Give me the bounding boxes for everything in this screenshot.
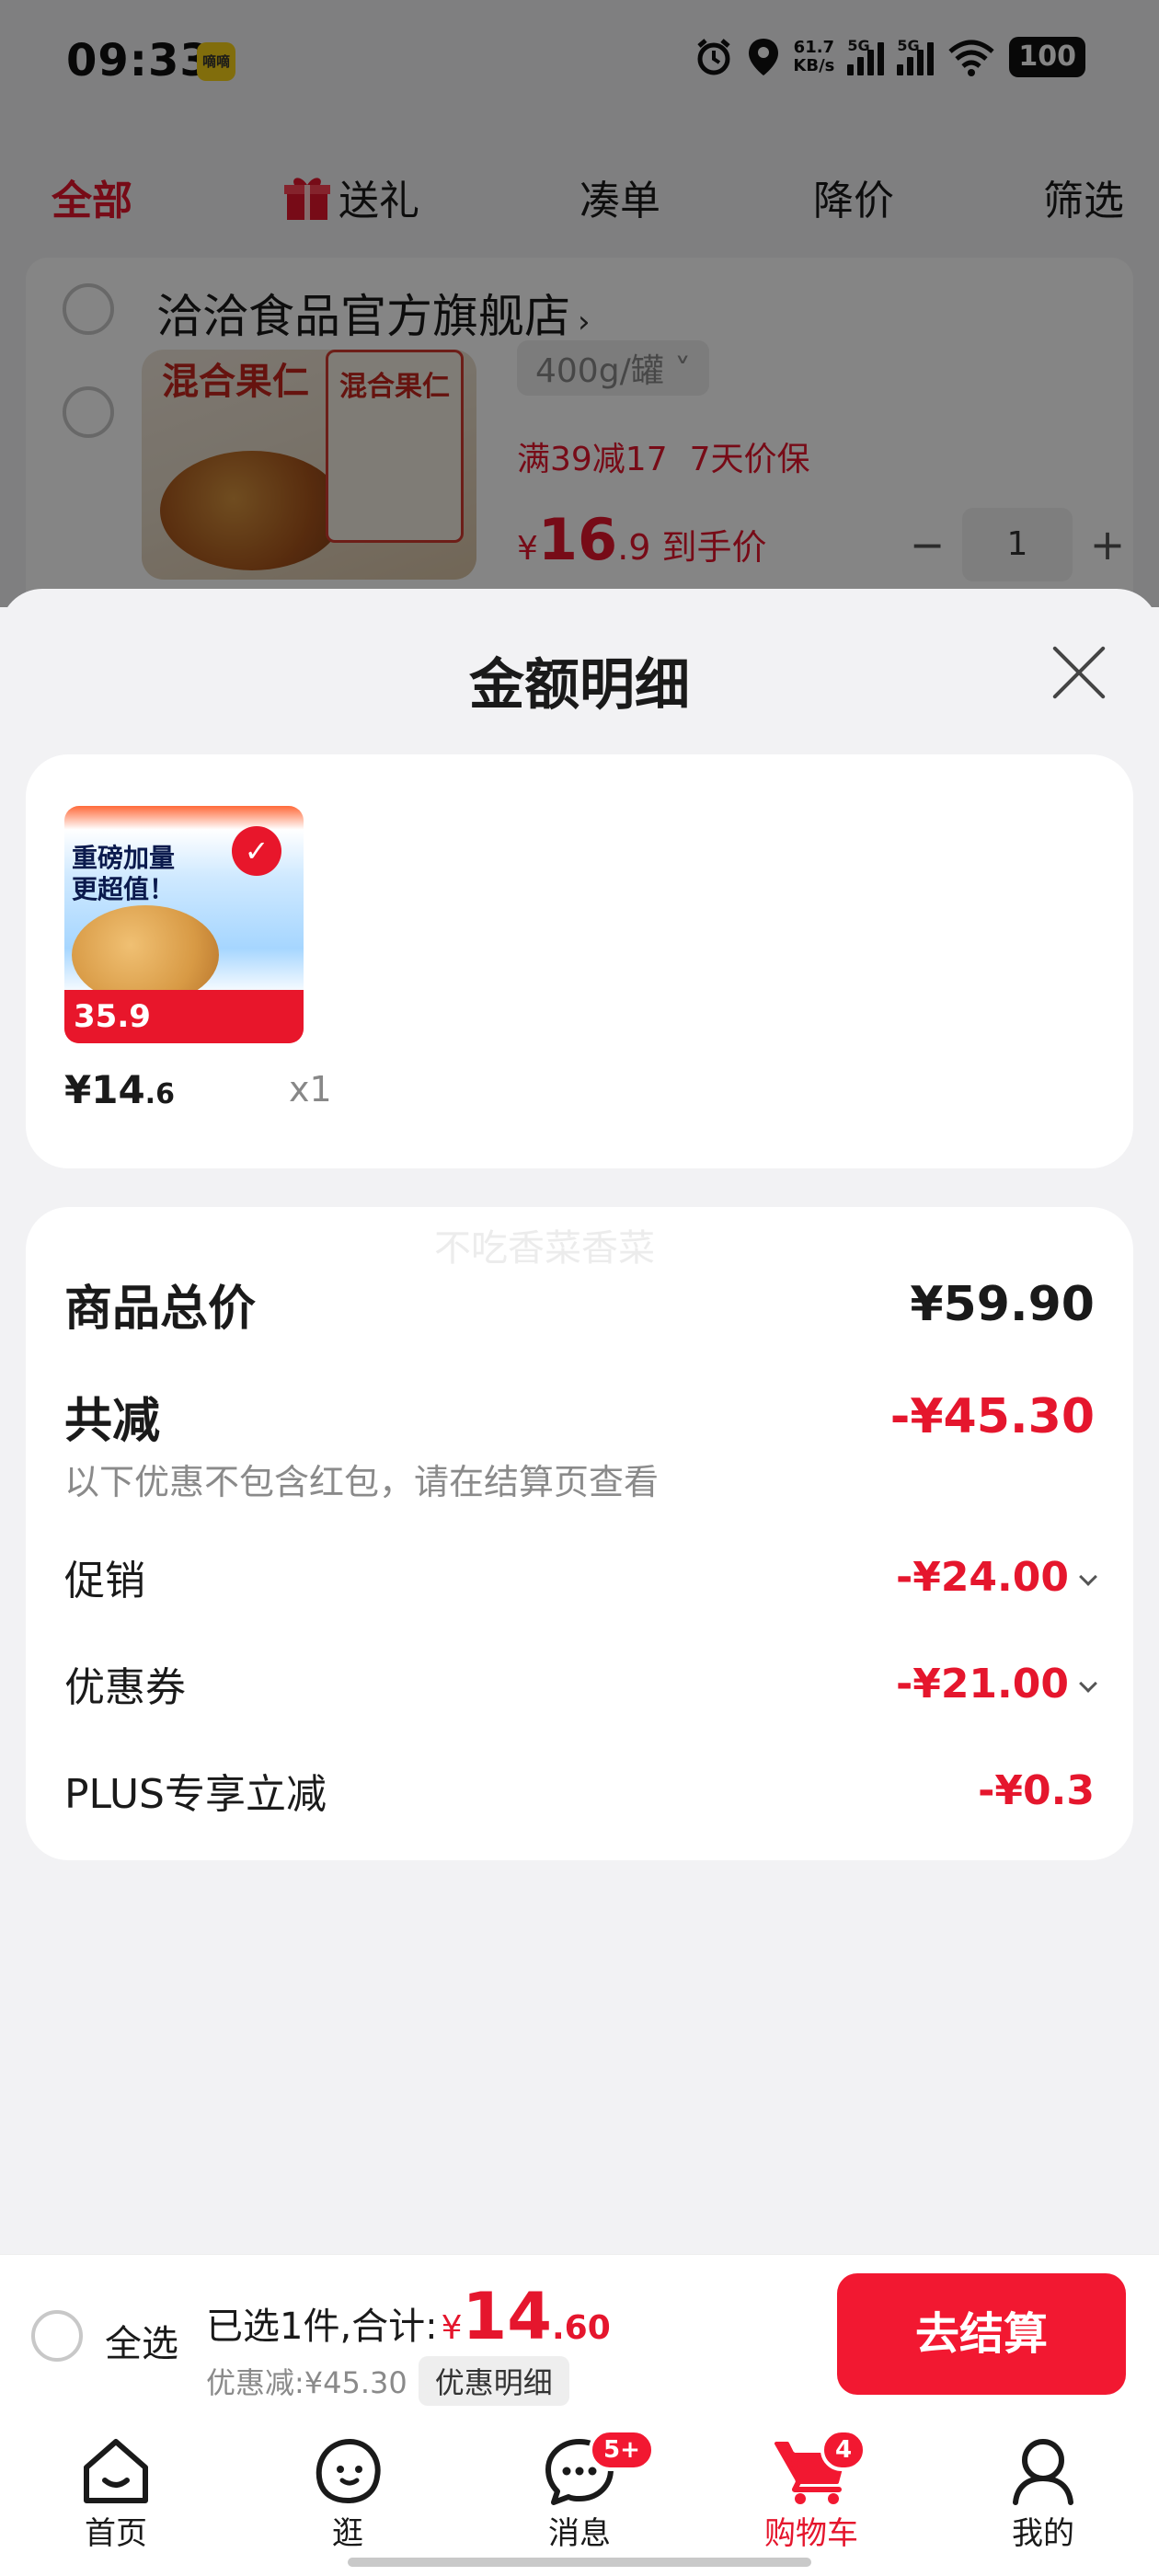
goods-thumbnail[interactable]: 重磅加量 更超值！ ✓ 35.9 — [64, 806, 304, 1043]
total-price-row: 商品总价 ¥59.90 — [64, 1276, 1095, 1338]
chevron-down-icon — [1079, 1567, 1097, 1586]
goods-price: ¥14.6 — [64, 1067, 175, 1112]
modal-overlay[interactable] — [0, 0, 1159, 607]
check-icon: ✓ — [232, 826, 281, 876]
amount-detail-card: 不吃香菜香菜 商品总价 ¥59.90 共减 -¥45.30 以下优惠不包含红包，… — [26, 1207, 1133, 1860]
watermark: 不吃香菜香菜 — [434, 1227, 655, 1270]
discount-note: 以下优惠不包含红包，请在结算页查看 — [64, 1462, 660, 1502]
home-icon — [84, 2439, 148, 2503]
select-all-radio[interactable] — [31, 2310, 83, 2362]
checkout-summary: 已选1件,合计: ¥14.60 优惠减:¥45.30 优惠明细 — [206, 2279, 611, 2406]
price-detail-sheet: 金额明细 重磅加量 更超值！ ✓ 35.9 ¥14.6 x1 不吃香菜香菜 商品总… — [0, 589, 1159, 2254]
tab-messages[interactable]: 消息 5+ — [497, 2429, 662, 2553]
home-indicator[interactable] — [348, 2558, 811, 2567]
sheet-title: 金额明细 — [469, 653, 690, 718]
profile-icon — [1013, 2439, 1073, 2505]
saved-amount: 优惠减:¥45.30 — [206, 2365, 407, 2400]
messages-badge: 5+ — [589, 2429, 655, 2471]
tab-browse[interactable]: 逛 — [265, 2436, 430, 2553]
total-discount-row: 共减 -¥45.30 — [64, 1388, 1095, 1450]
chevron-down-icon — [1079, 1673, 1097, 1693]
discount-detail-button[interactable]: 优惠明细 — [418, 2356, 569, 2406]
goods-quantity: x1 — [289, 1069, 332, 1110]
coupon-row[interactable]: 优惠券 -¥21.00 — [64, 1654, 1097, 1713]
bottom-tab-bar: 首页 逛 消息 5+ 购物车 4 我的 — [0, 2414, 1159, 2576]
selected-goods-card: 重磅加量 更超值！ ✓ 35.9 ¥14.6 x1 — [26, 754, 1133, 1168]
tab-me[interactable]: 我的 — [960, 2436, 1126, 2553]
tab-home[interactable]: 首页 — [33, 2436, 199, 2553]
plus-discount-row: PLUS专享立减 -¥0.3 — [64, 1766, 1095, 1819]
browse-icon — [316, 2438, 381, 2504]
checkout-bar: 全选 已选1件,合计: ¥14.60 优惠减:¥45.30 优惠明细 去结算 — [0, 2254, 1159, 2414]
checkout-button[interactable]: 去结算 — [837, 2273, 1126, 2395]
tab-cart[interactable]: 购物车 4 — [729, 2429, 894, 2553]
close-icon[interactable] — [1049, 642, 1109, 703]
select-all-label[interactable]: 全选 — [105, 2314, 178, 2367]
cart-badge: 4 — [820, 2429, 867, 2471]
promotion-row[interactable]: 促销 -¥24.00 — [64, 1547, 1097, 1606]
